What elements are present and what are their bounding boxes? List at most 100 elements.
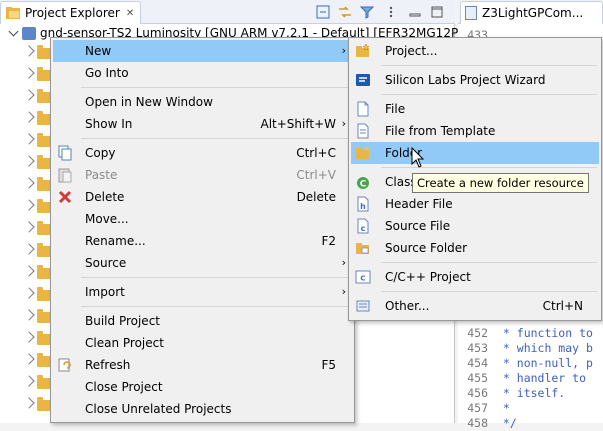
menu-item-folder[interactable]: Folder [351, 142, 599, 164]
collapsed-twisty-icon[interactable] [23, 287, 35, 299]
maximize-icon[interactable] [429, 4, 445, 20]
menu-item-header-file[interactable]: h Header File [351, 193, 599, 215]
menu-item-import[interactable]: Import › [53, 281, 352, 303]
menu-item-label: Silicon Labs Project Wizard [385, 73, 546, 87]
menu-item-shortcut: Ctrl+N [542, 299, 583, 313]
menu-item-delete[interactable]: Delete Delete [53, 186, 352, 208]
collapsed-twisty-icon[interactable] [23, 133, 35, 145]
menu-separator [81, 87, 349, 88]
menu-item-open-in-new-window[interactable]: Open in New Window [53, 91, 352, 113]
svg-text:C: C [360, 275, 365, 283]
close-icon[interactable]: ✕ [126, 8, 134, 19]
menu-item-project[interactable]: Project... [351, 40, 599, 62]
collapsed-twisty-icon[interactable] [23, 243, 35, 255]
svg-text:h: h [360, 202, 366, 211]
collapsed-twisty-icon[interactable] [23, 221, 35, 233]
code-line: 457 * [458, 401, 603, 416]
collapsed-twisty-icon[interactable] [23, 199, 35, 211]
line-number: 452 [467, 326, 488, 340]
line-number: 453 [467, 341, 488, 355]
copy-icon [57, 145, 73, 161]
menu-item-clean-project[interactable]: Clean Project [53, 332, 352, 354]
expanded-twisty-icon[interactable] [8, 26, 19, 37]
source-folder-icon [355, 240, 371, 256]
menu-item-shortcut: F5 [321, 358, 336, 372]
menu-item-silicon-labs-project-wizard[interactable]: Silicon Labs Project Wizard [351, 69, 599, 91]
code-text: * function to [496, 326, 593, 340]
minimize-icon[interactable] [407, 4, 423, 20]
menu-item-rename[interactable]: Rename... F2 [53, 230, 352, 252]
collapsed-twisty-icon[interactable] [23, 111, 35, 123]
menu-item-label: File from Template [385, 124, 496, 138]
menu-item-file-from-template[interactable]: File from Template [351, 120, 599, 142]
c-file-icon [465, 6, 477, 20]
menu-item-build-project[interactable]: Build Project [53, 310, 352, 332]
collapse-all-icon[interactable] [315, 4, 331, 20]
view-menu-icon[interactable] [383, 4, 399, 20]
tooltip-text: Create a new folder resource [417, 176, 584, 190]
collapsed-twisty-icon[interactable] [23, 89, 35, 101]
other-wizard-icon [355, 298, 371, 314]
new-project-icon [355, 43, 371, 59]
menu-item-c-cplusplus-project[interactable]: C C/C++ Project [351, 266, 599, 288]
menu-item-label: Source Folder [385, 241, 468, 255]
menu-separator [381, 65, 597, 66]
tab-editor-file[interactable]: Z3LightGPCom... [460, 1, 603, 24]
menu-item-move[interactable]: Move... [53, 208, 352, 230]
menu-item-other[interactable]: Other... Ctrl+N [351, 295, 599, 317]
menu-item-label: Project... [385, 44, 438, 58]
menu-item-close-project[interactable]: Close Project [53, 376, 352, 398]
menu-separator [381, 291, 597, 292]
menu-item-shortcut: Ctrl+C [296, 146, 336, 160]
submenu-arrow-icon: › [341, 44, 346, 57]
menu-item-label: New [85, 44, 112, 58]
collapsed-twisty-icon[interactable] [23, 177, 35, 189]
menu-item-go-into[interactable]: Go Into [53, 62, 352, 84]
code-text: * itself. [496, 386, 566, 400]
collapsed-twisty-icon[interactable] [23, 265, 35, 277]
code-line: 452 * function to [458, 326, 603, 341]
menu-item-label: Refresh [85, 358, 131, 372]
submenu-arrow-icon: › [341, 285, 346, 298]
collapsed-twisty-icon[interactable] [23, 397, 35, 409]
editor-tab-label: Z3LightGPCom... [482, 6, 584, 20]
menu-item-file[interactable]: File [351, 98, 599, 120]
menu-item-label: Other... [385, 299, 430, 313]
link-editor-icon[interactable] [337, 4, 353, 20]
menu-item-label: Move... [85, 212, 129, 226]
menu-item-shortcut: F2 [321, 234, 336, 248]
collapsed-twisty-icon[interactable] [23, 155, 35, 167]
menu-separator [81, 277, 349, 278]
line-number: 457 [467, 401, 488, 415]
project-explorer-icon [6, 7, 20, 19]
submenu-arrow-icon: › [341, 256, 346, 269]
collapsed-twisty-icon[interactable] [23, 309, 35, 321]
collapsed-twisty-icon[interactable] [23, 45, 35, 57]
mouse-cursor-icon [411, 147, 425, 168]
menu-item-close-unrelated-projects[interactable]: Close Unrelated Projects [53, 398, 352, 420]
collapsed-twisty-icon[interactable] [23, 375, 35, 387]
menu-item-source-folder[interactable]: Source Folder [351, 237, 599, 259]
filter-icon[interactable] [359, 4, 375, 20]
menu-item-label: Close Project [85, 380, 163, 394]
submenu-arrow-icon: › [341, 117, 346, 130]
collapsed-twisty-icon[interactable] [23, 67, 35, 79]
menu-item-label: Source [85, 256, 127, 270]
menu-item-new[interactable]: New › [53, 40, 352, 62]
tooltip: Create a new folder resource [412, 173, 589, 193]
collapsed-twisty-icon[interactable] [23, 353, 35, 365]
menu-item-copy[interactable]: Copy Ctrl+C [53, 142, 352, 164]
menu-item-label: Open in New Window [85, 95, 213, 109]
header-file-icon: h [355, 196, 371, 212]
line-number: 454 [467, 356, 488, 370]
menu-item-label: Clean Project [85, 336, 164, 350]
menu-item-refresh[interactable]: Refresh F5 [53, 354, 352, 376]
menu-item-show-in[interactable]: Show In Alt+Shift+W › [53, 113, 352, 135]
menu-item-source-file[interactable]: c Source File [351, 215, 599, 237]
collapsed-twisty-icon[interactable] [23, 331, 35, 343]
tab-project-explorer[interactable]: Project Explorer ✕ [0, 1, 142, 24]
menu-item-source[interactable]: Source › [53, 252, 352, 274]
menu-item-label: Close Unrelated Projects [85, 402, 232, 416]
code-line: 458 */ [458, 416, 603, 431]
menu-item-label: Rename... [85, 234, 146, 248]
